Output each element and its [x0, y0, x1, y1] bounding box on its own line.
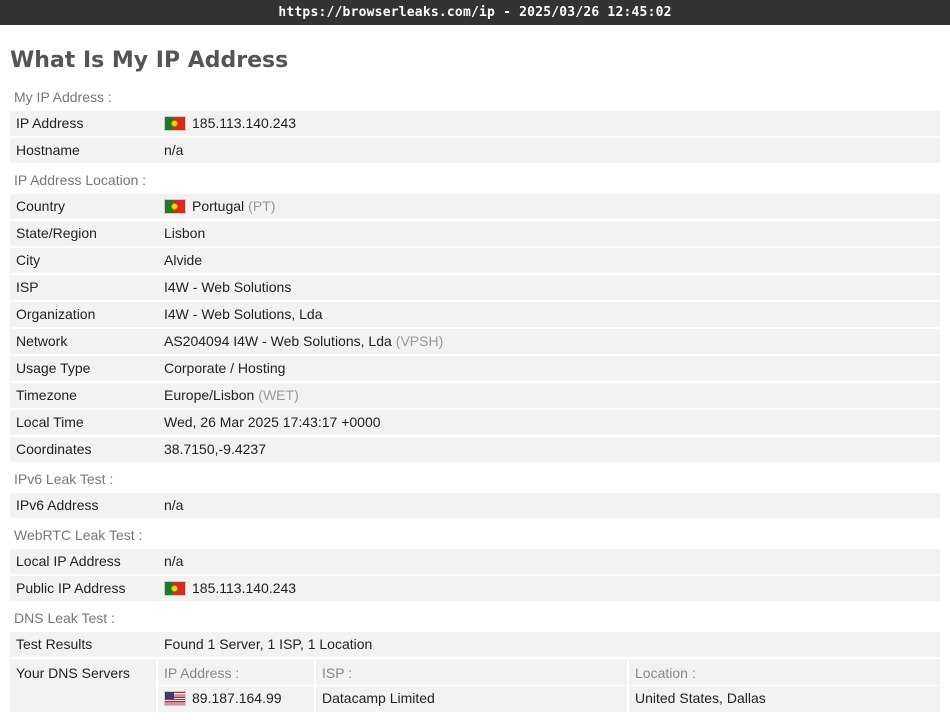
- local-ip-text: n/a: [164, 553, 184, 569]
- usage-type-label: Usage Type: [10, 356, 162, 381]
- dns-col-ip-header: IP Address :: [164, 665, 240, 681]
- city-label: City: [10, 248, 162, 273]
- local-time-value: Wed, 26 Mar 2025 17:43:17 +0000: [158, 410, 940, 435]
- dns-divider: [316, 685, 627, 686]
- portugal-flag-icon: [164, 199, 186, 214]
- isp-value: I4W - Web Solutions: [158, 275, 940, 300]
- dns-divider: [158, 685, 314, 686]
- isp-text: I4W - Web Solutions: [164, 279, 292, 295]
- section-dns: DNS Leak Test :: [14, 610, 115, 626]
- dns-col-isp-header: ISP :: [322, 665, 353, 681]
- country-text: Portugal: [192, 198, 245, 214]
- row-test-results: Test Results Found 1 Server, 1 ISP, 1 Lo…: [10, 632, 940, 657]
- isp-label: ISP: [10, 275, 162, 300]
- ipv6-address-text: n/a: [164, 497, 184, 513]
- row-hostname: Hostname n/a: [10, 138, 940, 163]
- row-isp: ISP I4W - Web Solutions: [10, 275, 940, 300]
- usage-type-value: Corporate / Hosting: [158, 356, 940, 381]
- coordinates-label: Coordinates: [10, 437, 162, 462]
- ipv6-address-value: n/a: [158, 493, 940, 518]
- hostname-value: n/a: [158, 138, 940, 163]
- ipv6-address-label: IPv6 Address: [10, 493, 162, 518]
- row-timezone: Timezone Europe/Lisbon (WET): [10, 383, 940, 408]
- local-ip-value: n/a: [158, 549, 940, 574]
- state-text: Lisbon: [164, 225, 206, 241]
- dns-col-location: Location : United States, Dallas: [629, 659, 940, 712]
- section-webrtc: WebRTC Leak Test :: [14, 527, 143, 543]
- hostname-text: n/a: [164, 142, 184, 158]
- timezone-text: Europe/Lisbon: [164, 387, 255, 403]
- row-country: Country Portugal (PT): [10, 194, 940, 219]
- row-local-ip: Local IP Address n/a: [10, 549, 940, 574]
- local-time-label: Local Time: [10, 410, 162, 435]
- browser-url-bar: https://browserleaks.com/ip - 2025/03/26…: [0, 0, 950, 25]
- row-coordinates: Coordinates 38.7150,-9.4237: [10, 437, 940, 462]
- timezone-label: Timezone: [10, 383, 162, 408]
- organization-text: I4W - Web Solutions, Lda: [164, 306, 323, 322]
- state-label: State/Region: [10, 221, 162, 246]
- page-title: What Is My IP Address: [10, 48, 289, 73]
- network-text: AS204094 I4W - Web Solutions, Lda: [164, 333, 392, 349]
- country-code: (PT): [248, 198, 276, 214]
- country-label: Country: [10, 194, 162, 219]
- row-local-time: Local Time Wed, 26 Mar 2025 17:43:17 +00…: [10, 410, 940, 435]
- row-city: City Alvide: [10, 248, 940, 273]
- row-ipv6-address: IPv6 Address n/a: [10, 493, 940, 518]
- network-value: AS204094 I4W - Web Solutions, Lda (VPSH): [158, 329, 940, 354]
- test-results-value: Found 1 Server, 1 ISP, 1 Location: [158, 632, 940, 657]
- city-value: Alvide: [158, 248, 940, 273]
- local-time-text: Wed, 26 Mar 2025 17:43:17 +0000: [164, 414, 381, 430]
- organization-value: I4W - Web Solutions, Lda: [158, 302, 940, 327]
- public-ip-value: 185.113.140.243: [158, 576, 940, 601]
- usage-type-text: Corporate / Hosting: [164, 360, 286, 376]
- ip-address-text: 185.113.140.243: [192, 115, 297, 131]
- row-usage-type: Usage Type Corporate / Hosting: [10, 356, 940, 381]
- dns-servers-label: Your DNS Servers: [10, 659, 156, 712]
- country-value: Portugal (PT): [158, 194, 940, 219]
- dns-servers-table: Your DNS Servers IP Address : 89.187.164…: [10, 659, 940, 712]
- organization-label: Organization: [10, 302, 162, 327]
- timezone-value: Europe/Lisbon (WET): [158, 383, 940, 408]
- dns-server-ip-text: 89.187.164.99: [192, 690, 282, 706]
- portugal-flag-icon: [164, 581, 186, 596]
- row-state: State/Region Lisbon: [10, 221, 940, 246]
- network-tag: (VPSH): [395, 333, 444, 349]
- coordinates-text: 38.7150,-9.4237: [164, 441, 266, 457]
- dns-divider: [629, 685, 940, 686]
- test-results-label: Test Results: [10, 632, 162, 657]
- section-my-ip: My IP Address :: [14, 89, 112, 105]
- row-ip-address: IP Address 185.113.140.243: [10, 111, 940, 136]
- dns-col-ip: IP Address : 89.187.164.99: [158, 659, 314, 712]
- dns-server-ip: 89.187.164.99: [164, 688, 282, 708]
- timezone-abbr: (WET): [258, 387, 299, 403]
- section-ipv6: IPv6 Leak Test :: [14, 471, 114, 487]
- row-network: Network AS204094 I4W - Web Solutions, Ld…: [10, 329, 940, 354]
- dns-col-location-header: Location :: [635, 665, 696, 681]
- coordinates-value: 38.7150,-9.4237: [158, 437, 940, 462]
- usa-flag-icon: [164, 690, 186, 706]
- city-text: Alvide: [164, 252, 203, 268]
- public-ip-text: 185.113.140.243: [192, 580, 297, 596]
- test-results-text: Found 1 Server, 1 ISP, 1 Location: [164, 636, 373, 652]
- hostname-label: Hostname: [10, 138, 162, 163]
- ip-address-value: 185.113.140.243: [158, 111, 940, 136]
- public-ip-label: Public IP Address: [10, 576, 162, 601]
- row-organization: Organization I4W - Web Solutions, Lda: [10, 302, 940, 327]
- dns-server-location: United States, Dallas: [635, 690, 766, 706]
- local-ip-label: Local IP Address: [10, 549, 162, 574]
- row-public-ip: Public IP Address 185.113.140.243: [10, 576, 940, 601]
- ip-address-label: IP Address: [10, 111, 162, 136]
- state-value: Lisbon: [158, 221, 940, 246]
- portugal-flag-icon: [164, 116, 186, 131]
- dns-col-isp: ISP : Datacamp Limited: [316, 659, 627, 712]
- dns-server-isp: Datacamp Limited: [322, 690, 435, 706]
- section-location: IP Address Location :: [14, 172, 147, 188]
- network-label: Network: [10, 329, 162, 354]
